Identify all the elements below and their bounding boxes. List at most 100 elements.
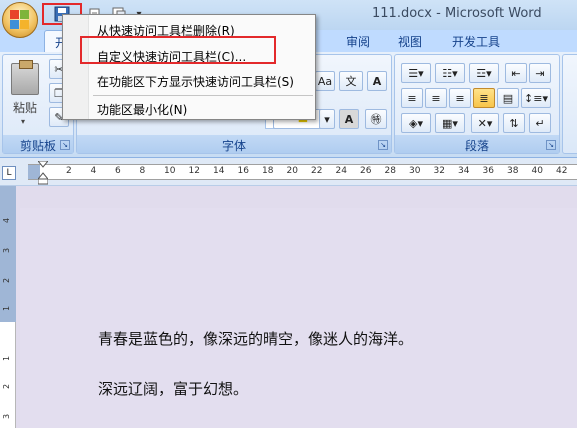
justify-button[interactable]: ≣	[473, 88, 495, 108]
enclose-char-button[interactable]: ㊕	[365, 109, 387, 129]
show-marks-button[interactable]: ↵	[529, 113, 551, 133]
increase-indent-icon: ⇥	[535, 66, 545, 80]
bullets-button[interactable]: ☰▾	[401, 63, 431, 83]
document-area: 4 3 2 1 1 2 3 青春是蓝色的，像深远的晴空，像迷人的海洋。 深远辽阔，富于幻想。	[0, 186, 577, 428]
align-right-icon: ≡	[455, 91, 465, 105]
ruler-number: 10	[164, 166, 176, 176]
paste-button-label[interactable]: 粘贴	[13, 99, 37, 116]
chevron-down-icon: ▾	[324, 112, 330, 126]
paragraph-group: ☰▾ ☷▾ ☲▾ ⇤ ⇥ ≡ ≡ ≡ ≣ ▤ ↕≡▾ ◈▾ ▦▾ ✕▾ ⇅ ↵ …	[394, 54, 560, 154]
horizontal-ruler[interactable]: 2 4 6 8 10 12 14 16 18 20 22 24 26 28 30 32 34 36 38 40 42	[28, 161, 577, 185]
multilevel-list-button[interactable]: ☲▾	[469, 63, 499, 83]
borders-icon: ▦▾	[442, 116, 458, 130]
ruler-number: 40	[531, 166, 543, 176]
ruler-number: 16	[237, 166, 249, 176]
justify-icon: ≣	[479, 91, 489, 105]
vruler-number: 1	[2, 355, 12, 362]
font-group-label: 字体	[77, 135, 391, 153]
line-spacing-icon: ↕≡▾	[524, 91, 548, 105]
align-right-button[interactable]: ≡	[449, 88, 471, 108]
ruler-number: 8	[139, 166, 146, 176]
tab-review[interactable]: 审阅	[346, 33, 370, 50]
ruler-number: 32	[433, 166, 445, 176]
font-color-dropdown[interactable]: ▾	[319, 109, 335, 129]
ruler-number: 4	[90, 166, 97, 176]
ruler-number: 30	[409, 166, 421, 176]
chinese-layout-icon: ✕▾	[477, 116, 493, 130]
sort-icon: ⇅	[509, 116, 519, 130]
vruler-number: 2	[2, 383, 12, 390]
vertical-ruler[interactable]: 4 3 2 1 1 2 3	[0, 186, 16, 428]
office-logo-icon	[10, 10, 30, 30]
document-line-2[interactable]: 深远辽阔，富于幻想。	[98, 378, 248, 399]
annotation-highlight-box	[80, 36, 276, 64]
ruler-number: 36	[482, 166, 494, 176]
font-launcher-icon[interactable]: ↘	[378, 140, 388, 150]
ruler-number: 24	[335, 166, 347, 176]
vruler-number: 4	[2, 217, 12, 224]
ruler-number: 14	[213, 166, 225, 176]
document-page[interactable]: 青春是蓝色的，像深远的晴空，像迷人的海洋。 深远辽阔，富于幻想。	[20, 208, 577, 428]
window-title: 111.docx - Microsoft Word	[372, 6, 542, 21]
change-case-button[interactable]: Aa	[315, 71, 335, 91]
ruler-number: 18	[262, 166, 274, 176]
multilevel-list-icon: ☲▾	[476, 66, 492, 80]
styles-group	[562, 54, 577, 154]
case-icon: Aa	[317, 74, 333, 88]
decrease-indent-button[interactable]: ⇤	[505, 63, 527, 83]
align-center-button[interactable]: ≡	[425, 88, 447, 108]
char-shading-icon: A	[344, 112, 354, 126]
paragraph-mark-icon: ↵	[535, 116, 545, 130]
sort-button[interactable]: ⇅	[503, 113, 525, 133]
tab-view[interactable]: 视图	[398, 33, 422, 50]
ruler-number: 38	[507, 166, 519, 176]
decrease-indent-icon: ⇤	[511, 66, 521, 80]
paint-bucket-icon: ◈▾	[409, 116, 423, 130]
document-line-1[interactable]: 青春是蓝色的，像深远的晴空，像迷人的海洋。	[98, 328, 413, 349]
clipboard-launcher-icon[interactable]: ↘	[60, 140, 70, 150]
numbering-icon: ☷▾	[442, 66, 458, 80]
ruler-number: 28	[384, 166, 396, 176]
ruler-number: 2	[66, 166, 72, 176]
vruler-number: 3	[2, 413, 12, 420]
enclose-char-icon: ㊕	[370, 113, 382, 126]
borders-button[interactable]: ▦▾	[435, 113, 465, 133]
paragraph-group-label: 段落	[395, 135, 559, 153]
office-button[interactable]	[2, 2, 38, 38]
distributed-button[interactable]: ▤	[497, 88, 519, 108]
phonetic-guide-button[interactable]: 文	[339, 71, 363, 91]
paste-dropdown-icon[interactable]: ▾	[21, 117, 25, 126]
ruler-bar: L 2 4 6 8 10 12 14 16 18 20 22 24 26 28 30 32 34 36 38 40 42	[0, 158, 577, 186]
ruler-number: 42	[556, 166, 568, 176]
tab-selector[interactable]: L	[2, 166, 16, 180]
ruler-number: 6	[115, 166, 121, 176]
ruler-number: 12	[188, 166, 200, 176]
chinese-layout-button[interactable]: ✕▾	[471, 113, 499, 133]
ruler-number: 34	[458, 166, 470, 176]
align-left-button[interactable]: ≡	[401, 88, 423, 108]
vruler-number: 2	[2, 277, 12, 284]
indent-marker-icon[interactable]	[38, 161, 48, 185]
line-spacing-button[interactable]: ↕≡▾	[521, 88, 551, 108]
paste-icon[interactable]	[11, 60, 39, 95]
menu-item-show-qat-below[interactable]: 在功能区下方显示快速访问工具栏(S)	[97, 73, 294, 90]
vruler-number: 3	[2, 247, 12, 254]
shading-button[interactable]: ◈▾	[401, 113, 431, 133]
char-shading-button[interactable]: A	[339, 109, 359, 129]
align-center-icon: ≡	[431, 91, 441, 105]
paragraph-launcher-icon[interactable]: ↘	[546, 140, 556, 150]
menu-separator	[93, 95, 313, 96]
char-border-button[interactable]: A	[367, 71, 387, 91]
increase-indent-button[interactable]: ⇥	[529, 63, 551, 83]
vruler-number: 1	[2, 305, 12, 312]
numbering-button[interactable]: ☷▾	[435, 63, 465, 83]
phonetic-icon: 文	[345, 75, 357, 88]
char-border-icon: A	[372, 74, 382, 88]
tab-developer[interactable]: 开发工具	[452, 33, 500, 50]
menu-item-minimize-ribbon[interactable]: 功能区最小化(N)	[97, 101, 187, 118]
distributed-icon: ▤	[502, 91, 514, 105]
qat-context-menu: 从快速访问工具栏删除(R) 自定义快速访问工具栏(C)... 在功能区下方显示快…	[62, 14, 316, 120]
align-left-icon: ≡	[407, 91, 417, 105]
ruler-number: 20	[286, 166, 298, 176]
ruler-number: 26	[360, 166, 372, 176]
